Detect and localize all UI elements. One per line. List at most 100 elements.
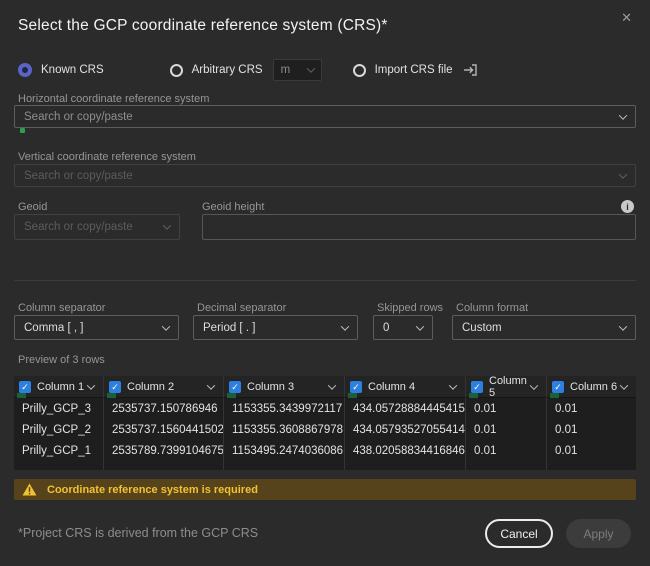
column-header[interactable]: ✓ Column 3 (224, 376, 345, 398)
warning-text: Coordinate reference system is required (47, 483, 258, 496)
decimal-separator-select[interactable]: Period [ . ] (193, 315, 358, 340)
gcp-crs-dialog: Select the GCP coordinate reference syst… (0, 0, 650, 566)
radio-import-crs-file-label: Import CRS file (374, 64, 453, 76)
green-marker (107, 393, 116, 398)
table-cell: 2535789.7399104675 (104, 440, 224, 461)
radio-known-crs[interactable]: Known CRS (18, 63, 104, 77)
table-cell: 0.01 (466, 419, 547, 440)
column-header[interactable]: ✓ Column 5 (466, 374, 547, 399)
table-cell: 0.01 (555, 444, 578, 457)
geoid-height-label: Geoid height (202, 201, 265, 213)
geoid-combobox[interactable]: Search or copy/paste (14, 214, 180, 240)
preview-label: Preview of 3 rows (18, 354, 105, 366)
checkbox-checked-icon[interactable]: ✓ (109, 380, 121, 393)
arbitrary-unit-select[interactable]: m (272, 59, 322, 81)
column-header[interactable]: ✓ Column 2 (104, 376, 224, 398)
chevron-down-icon (161, 321, 171, 331)
geoid-height-input[interactable] (202, 214, 636, 240)
chevron-down-icon[interactable] (327, 380, 337, 390)
column-header[interactable]: ✓ Column 4 (345, 376, 466, 398)
geoid-label: Geoid (18, 201, 48, 213)
close-icon[interactable]: ✕ (617, 6, 636, 30)
column-separator-label: Column separator (18, 302, 106, 314)
table-cell: 1153355.3439972117 (224, 398, 345, 419)
column-format-select[interactable]: Custom (452, 315, 636, 340)
vertical-crs-placeholder: Search or copy/paste (24, 169, 133, 182)
project-crs-note: *Project CRS is derived from the GCP CRS (18, 526, 259, 540)
column-header-label: Column 2 (127, 380, 175, 393)
preview-table: ✓ Column 1 ✓ Column 2 ✓ Column 3 ✓ Colum… (14, 374, 636, 470)
horizontal-crs-placeholder: Search or copy/paste (24, 110, 133, 123)
skipped-rows-value: 0 (383, 321, 390, 334)
radio-import-crs-file[interactable]: Import CRS file (352, 63, 453, 77)
warning-banner: Coordinate reference system is required (14, 479, 636, 500)
dialog-title: Select the GCP coordinate reference syst… (18, 17, 388, 34)
radio-selected-icon (18, 63, 32, 77)
checkbox-checked-icon[interactable]: ✓ (350, 380, 362, 393)
chevron-down-icon (340, 321, 350, 331)
decimal-separator-value: Period [ . ] (203, 321, 256, 334)
horizontal-crs-label: Horizontal coordinate reference system (18, 93, 210, 105)
cancel-button[interactable]: Cancel (485, 519, 553, 548)
vertical-crs-combobox[interactable]: Search or copy/paste (14, 164, 636, 187)
column-header[interactable]: ✓ Column 6 (547, 376, 636, 398)
table-row: Prilly_GCP_2 2535737.1560441502 1153355.… (14, 419, 636, 440)
checkbox-checked-icon[interactable]: ✓ (229, 380, 241, 393)
table-cell: 2535737.150786946 (104, 398, 224, 419)
table-cell: 2535737.1560441502 (104, 419, 224, 440)
table-cell: Prilly_GCP_1 (14, 440, 104, 461)
radio-known-crs-label: Known CRS (41, 64, 104, 76)
skipped-rows-select[interactable]: 0 (373, 315, 433, 340)
table-row: Prilly_GCP_3 2535737.150786946 1153355.3… (14, 398, 636, 419)
horizontal-crs-combobox[interactable]: Search or copy/paste (14, 105, 636, 128)
chevron-down-icon[interactable] (448, 380, 458, 390)
column-format-value: Custom (462, 321, 502, 334)
decimal-separator-label: Decimal separator (197, 302, 287, 314)
table-cell: 0.01 (466, 398, 547, 419)
warning-triangle-icon (22, 483, 37, 496)
checkbox-checked-icon[interactable]: ✓ (19, 380, 31, 393)
green-marker (348, 393, 357, 398)
radio-unselected-icon (352, 63, 366, 77)
checkbox-checked-icon[interactable]: ✓ (552, 380, 564, 393)
geoid-placeholder: Search or copy/paste (24, 221, 133, 233)
section-divider (14, 280, 636, 281)
chevron-down-icon[interactable] (206, 380, 216, 390)
table-cell: 0.01 (466, 440, 547, 461)
green-marker (550, 393, 559, 398)
table-filler-row (14, 461, 636, 470)
radio-arbitrary-crs-label: Arbitrary CRS (191, 64, 263, 76)
table-cell: 0.01 (555, 402, 578, 415)
column-separator-select[interactable]: Comma [ , ] (14, 315, 179, 340)
column-header[interactable]: ✓ Column 1 (14, 376, 104, 398)
chevron-down-icon (162, 221, 172, 230)
green-marker (469, 393, 478, 398)
column-separator-value: Comma [ , ] (24, 321, 84, 334)
chevron-down-icon (618, 169, 628, 179)
table-cell: Prilly_GCP_3 (14, 398, 104, 419)
column-header-label: Column 5 (489, 374, 527, 399)
table-cell: Prilly_GCP_2 (14, 419, 104, 440)
chevron-down-icon (415, 321, 425, 331)
apply-button[interactable]: Apply (566, 519, 631, 548)
radio-unselected-icon (169, 63, 183, 77)
table-cell: 1153355.3608867978 (224, 419, 345, 440)
chevron-down-icon (306, 64, 315, 73)
chevron-down-icon (618, 110, 628, 120)
green-marker (17, 393, 26, 398)
radio-arbitrary-crs[interactable]: Arbitrary CRS (169, 63, 263, 77)
table-row: Prilly_GCP_1 2535789.7399104675 1153495.… (14, 440, 636, 461)
checkbox-checked-icon[interactable]: ✓ (471, 380, 483, 393)
info-icon[interactable]: i (621, 200, 634, 213)
chevron-down-icon[interactable] (530, 381, 539, 390)
column-header-label: Column 6 (570, 380, 618, 393)
green-marker (227, 393, 236, 398)
skipped-rows-label: Skipped rows (377, 302, 444, 314)
chevron-down-icon[interactable] (86, 380, 96, 390)
crs-type-radio-group: Known CRS Arbitrary CRS m Import CRS fil… (18, 59, 478, 81)
column-header-label: Column 4 (368, 380, 416, 393)
arbitrary-unit-value: m (280, 64, 291, 76)
column-header-label: Column 3 (247, 380, 295, 393)
chevron-down-icon[interactable] (619, 380, 629, 390)
column-format-label: Column format (456, 302, 529, 314)
